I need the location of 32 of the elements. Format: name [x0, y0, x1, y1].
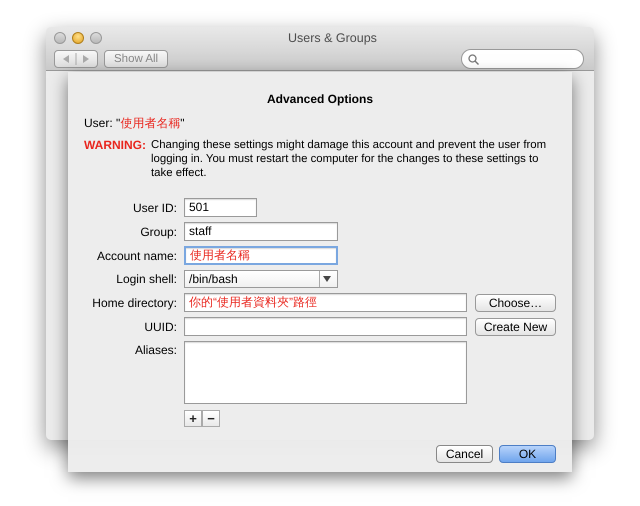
search-field[interactable] — [461, 49, 584, 69]
input-field[interactable] — [184, 317, 467, 336]
zoom-icon[interactable] — [90, 32, 102, 44]
minimize-icon[interactable] — [72, 32, 84, 44]
field-label: Home directory: — [92, 296, 177, 310]
input-field[interactable]: 你的“使用者資料夾”路徑 — [184, 293, 467, 312]
aliases-list[interactable] — [184, 341, 467, 404]
remove-button[interactable]: − — [202, 410, 220, 427]
field-label: Group: — [140, 224, 177, 238]
field-label: UUID: — [144, 320, 177, 334]
field-label: Aliases: — [134, 343, 177, 357]
caret-icon — [322, 276, 330, 282]
input-field[interactable]: 使用者名稱 — [184, 246, 338, 265]
sheet-title: Advanced Options — [266, 92, 373, 106]
field-label: Login shell: — [116, 272, 177, 286]
search-icon — [468, 54, 479, 64]
cancel-button[interactable]: Cancel — [436, 445, 493, 463]
close-icon[interactable] — [54, 32, 66, 44]
create-new-button[interactable]: Create New — [475, 318, 556, 336]
back-forward-button[interactable] — [54, 50, 98, 68]
user-label: User: "使用者名稱" — [84, 116, 185, 130]
warning-label: WARNING: — [84, 138, 146, 154]
ok-button[interactable]: OK — [499, 445, 556, 463]
field-label: User ID: — [132, 200, 177, 214]
window-title: Users & Groups — [288, 30, 377, 47]
input-field[interactable]: 501 — [184, 198, 257, 217]
warning-text: Changing these settings might damage this account and prevent the user from logging in. You must restart the computer for the changes to these settings to take effect. — [151, 138, 548, 180]
popup-menu[interactable]: /bin/bash — [184, 270, 338, 288]
input-field[interactable]: staff — [184, 222, 338, 241]
add-button[interactable]: + — [184, 410, 202, 427]
choose-button[interactable]: Choose… — [475, 294, 556, 312]
field-label: Account name: — [96, 248, 177, 262]
